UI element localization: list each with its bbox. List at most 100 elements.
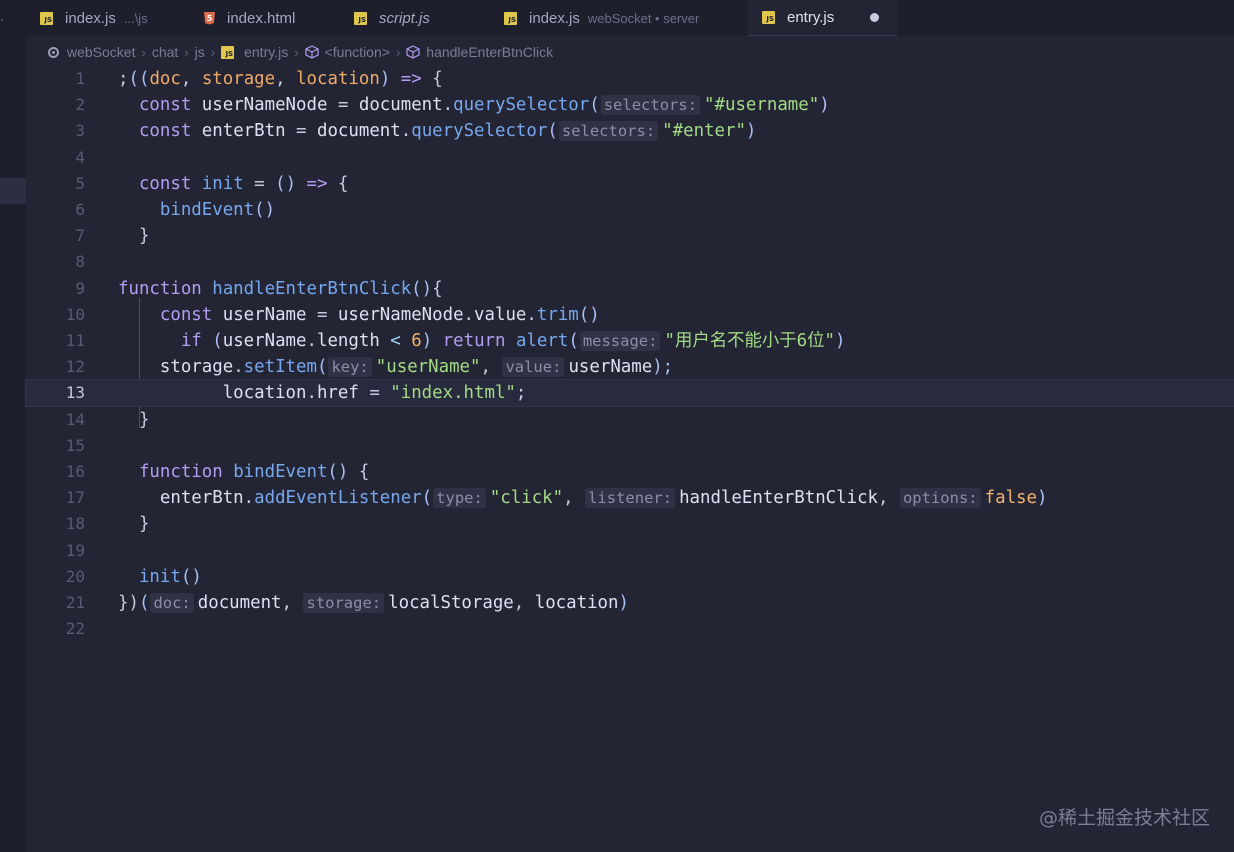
code-line[interactable]: 9 function handleEnterBtnClick(){ [26,276,1234,302]
code-text: ;((doc, storage, location) => { [118,66,443,92]
line-number[interactable]: 22 [26,616,85,642]
line-number[interactable]: 6 [26,197,85,223]
inlay-hint: message: [579,331,661,351]
js-file-icon: JS [354,11,367,25]
line-number[interactable]: 11 [26,328,85,354]
code-text: init() [118,564,202,590]
line-number[interactable]: 17 [26,485,85,511]
breadcrumb-symbol[interactable]: handleEnterBtnClick [426,44,553,60]
line-number[interactable]: 1 [26,66,85,92]
line-number[interactable]: 18 [26,511,85,537]
line-number[interactable]: 12 [26,354,85,380]
overflow-dot-icon[interactable]: · [0,12,4,26]
code-line[interactable]: 6 bindEvent() [26,197,1234,223]
inlay-hint: storage: [303,593,385,613]
line-number[interactable]: 15 [26,433,85,459]
code-line[interactable]: 5 const init = () => { [26,171,1234,197]
code-line[interactable]: 17 enterBtn.addEventListener(type: "click… [26,485,1234,511]
code-token: alert [515,331,569,351]
code-token: . [243,488,255,509]
line-number[interactable]: 7 [26,223,85,249]
breadcrumb-dir-js[interactable]: js [195,44,205,60]
line-number[interactable]: 2 [26,92,85,118]
line-number[interactable]: 10 [26,302,85,328]
code-editor[interactable]: 1 ;((doc, storage, location) => {2 const … [25,66,1234,852]
code-token: storage [159,357,234,378]
tab-entry-js[interactable]: JS entry.js [748,0,897,36]
code-line[interactable]: 4 [26,145,1234,171]
code-line[interactable]: 7 } [26,223,1234,249]
breadcrumb-scope[interactable]: <function> [325,44,390,60]
chevron-right-icon: › [141,44,146,60]
code-token: ) [819,95,830,116]
code-line[interactable]: 19 [26,538,1234,564]
line-number[interactable]: 3 [26,118,85,144]
line-number[interactable]: 16 [26,459,85,485]
inlay-hint: selectors: [600,95,701,116]
line-number[interactable]: 9 [26,276,85,302]
code-token: addEventListener [254,488,422,509]
code-line[interactable]: 11 if (userName.length < 6) return alert… [26,328,1234,354]
code-line[interactable]: 10 const userName = userNameNode.value.t… [26,302,1234,328]
code-line[interactable]: 3 const enterBtn = document.querySelecto… [26,118,1234,144]
code-line[interactable]: 16 function bindEvent() { [26,459,1234,485]
code-line[interactable]: 12 storage.setItem(key: "userName", value… [26,354,1234,380]
breadcrumb-dir-chat[interactable]: chat [152,44,178,60]
code-token: handleEnterBtnClick [212,278,412,299]
code-line[interactable]: 1 ;((doc, storage, location) => { [26,66,1234,92]
tab-index-js-server[interactable]: JS index.js webSocket • server [504,0,699,36]
code-text: enterBtn.addEventListener(type: "click", … [118,485,1047,511]
line-number[interactable]: 21 [26,590,85,616]
code-token: } [138,226,150,247]
code-line[interactable]: 21 })(doc: document, storage: localStorage,… [26,590,1234,616]
code-token: { [432,69,443,89]
code-token: enterBtn [201,121,297,142]
code-line[interactable]: 20 init() [26,564,1234,590]
code-token: () [411,278,433,299]
code-token: ( [316,357,328,378]
line-number[interactable]: 8 [26,249,85,275]
line-number[interactable]: 14 [26,407,85,433]
breadcrumb: webSocket › chat › js › JS entry.js › <f… [48,40,553,64]
code-line[interactable]: 18 } [26,511,1234,537]
code-line[interactable]: 14 } [26,407,1234,433]
tab-label: index.html [227,9,296,27]
code-token: = [254,173,276,194]
code-line[interactable]: 13 location.href = "index.html"; [25,379,1234,408]
line-number[interactable]: 4 [26,145,85,171]
code-line[interactable]: 8 [26,249,1234,275]
tab-index-html[interactable]: 5 index.html [204,0,295,36]
breadcrumb-root[interactable]: webSocket [67,44,135,60]
code-token: bindEvent [233,462,328,482]
tab-script-js[interactable]: JS script.js [354,0,430,36]
inlay-hint: selectors: [558,121,659,142]
tab-index-js[interactable]: JS index.js ...\js [40,0,148,36]
code-token: enterBtn [159,488,244,509]
code-token: return [442,331,516,351]
breadcrumb-file[interactable]: entry.js [244,44,288,60]
code-token: , [563,488,585,509]
chevron-right-icon: › [294,44,299,60]
code-token: ) [1036,488,1048,509]
code-token: { [432,278,443,299]
code-text: })(doc: document, storage: localStorage, l… [118,590,629,616]
code-token: setItem [243,357,317,378]
inlay-hint: doc: [150,593,194,613]
code-token: ( [212,331,223,351]
watermark: @稀土掘金技术社区 [1038,807,1210,829]
code-token: bindEvent [159,200,255,220]
line-number[interactable]: 19 [26,538,85,564]
code-token: "用户名不能小于6位" [664,331,836,351]
code-line[interactable]: 15 [26,433,1234,459]
line-number[interactable]: 5 [26,171,85,197]
line-number[interactable]: 13 [26,380,85,406]
code-line[interactable]: 22 [26,616,1234,642]
code-line[interactable]: 2 const userNameNode = document.querySel… [26,92,1234,118]
code-token: ( [421,488,433,509]
line-number[interactable]: 20 [26,564,85,590]
code-token: function [118,278,213,299]
unsaved-dot-icon[interactable] [870,13,880,22]
